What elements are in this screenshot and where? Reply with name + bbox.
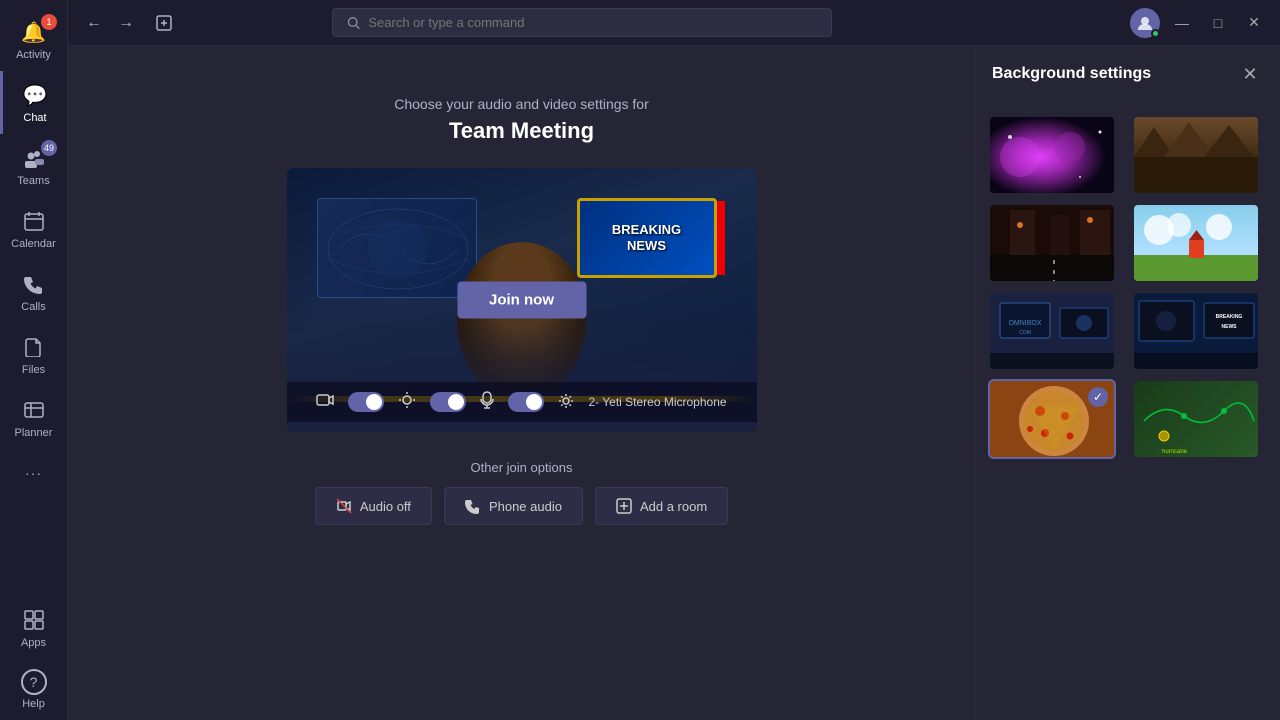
sidebar-item-files[interactable]: Files — [0, 323, 67, 386]
world-map-display — [317, 198, 477, 298]
device-label: 2- Yeti Stereo Microphone — [588, 395, 726, 409]
maximize-button[interactable]: □ — [1204, 9, 1232, 37]
pre-join-subtitle: Choose your audio and video settings for — [394, 96, 649, 112]
bg-panel-header: Background settings ✕ — [976, 46, 1280, 103]
bg-thumb-galaxy[interactable] — [988, 115, 1116, 195]
avatar[interactable] — [1130, 8, 1160, 38]
forward-button[interactable]: → — [112, 9, 140, 37]
breaking-news-display: BREAKINGNEWS — [577, 198, 717, 278]
close-button[interactable]: ✕ — [1240, 9, 1268, 37]
sidebar-item-apps[interactable]: Apps — [0, 596, 67, 659]
background-settings-panel: Background settings ✕ — [975, 46, 1280, 720]
bg-thumb-studio1[interactable]: OMNIBOX COM — [988, 291, 1116, 371]
add-room-button[interactable]: Add a room — [595, 487, 728, 525]
camera-icon — [316, 393, 334, 412]
controls-bar: 2- Yeti Stereo Microphone — [287, 382, 757, 422]
online-status-dot — [1151, 29, 1160, 38]
bg-thumb-cartoon[interactable] — [1132, 203, 1260, 283]
bg-panel-title: Background settings — [992, 65, 1151, 83]
chat-icon: 💬 — [21, 81, 49, 109]
camera-toggle[interactable] — [348, 392, 384, 412]
sidebar-item-label: Help — [22, 698, 45, 710]
bg-panel-close-button[interactable]: ✕ — [1236, 60, 1264, 88]
svg-text:COM: COM — [1019, 330, 1031, 336]
sidebar-item-calls[interactable]: Calls — [0, 260, 67, 323]
sidebar-item-planner[interactable]: Planner — [0, 386, 67, 449]
svg-text:NEWS: NEWS — [1222, 324, 1238, 330]
sidebar-item-more[interactable]: ··· — [0, 449, 67, 497]
bg-thumb-forest[interactable] — [1132, 115, 1260, 195]
join-now-button[interactable]: Join now — [457, 282, 586, 319]
sidebar-item-chat[interactable]: 💬 Chat — [0, 71, 67, 134]
sidebar-item-activity[interactable]: 1 🔔 Activity — [0, 8, 67, 71]
compose-button[interactable] — [150, 9, 178, 37]
sidebar-item-label: Teams — [17, 175, 49, 187]
calendar-icon — [20, 207, 48, 235]
titlebar: ← → — □ ✕ — [68, 0, 1280, 46]
sidebar-item-help[interactable]: ? Help — [0, 659, 67, 720]
other-join-title: Other join options — [315, 460, 728, 475]
phone-audio-button[interactable]: Phone audio — [444, 487, 583, 525]
sidebar: 1 🔔 Activity 💬 Chat 49 Teams Cal — [0, 0, 68, 720]
planner-icon — [20, 396, 48, 424]
files-icon — [20, 333, 48, 361]
sidebar-item-label: Activity — [16, 49, 51, 61]
bg-thumb-studio2[interactable]: BREAKING NEWS — [1132, 291, 1260, 371]
back-button[interactable]: ← — [80, 9, 108, 37]
main-content: Choose your audio and video settings for… — [68, 46, 975, 720]
other-join-section: Other join options Audio off Phone audio — [315, 460, 728, 525]
calls-icon — [20, 270, 48, 298]
join-button-overlay: Join now — [457, 282, 586, 319]
selected-checkmark: ✓ — [1088, 387, 1108, 407]
activity-badge: 1 — [41, 14, 57, 30]
more-icon: ··· — [20, 459, 48, 487]
apps-icon — [20, 606, 48, 634]
svg-text:BREAKING: BREAKING — [1216, 314, 1243, 320]
video-preview: BREAKINGNEWS Join now — [287, 168, 757, 432]
bg-thumb-street[interactable] — [988, 203, 1116, 283]
room-icon — [616, 498, 632, 514]
meeting-title: Team Meeting — [394, 118, 649, 144]
sidebar-item-label: Planner — [15, 427, 53, 439]
sidebar-item-teams[interactable]: 49 Teams — [0, 134, 67, 197]
sidebar-item-label: Calendar — [11, 238, 56, 250]
audio-settings-icon — [558, 393, 574, 412]
background-grid: OMNIBOX COM BREAKING NEWS — [976, 103, 1280, 471]
sidebar-item-label: Chat — [23, 112, 46, 124]
sidebar-item-label: Files — [22, 364, 45, 376]
phone-icon — [465, 498, 481, 514]
bg-thumb-map[interactable]: hurricane — [1132, 379, 1260, 459]
teams-badge: 49 — [41, 140, 57, 156]
effects-icon — [398, 391, 416, 414]
svg-text:hurricane: hurricane — [1162, 449, 1188, 455]
sidebar-item-label: Apps — [21, 637, 46, 649]
mic-toggle[interactable] — [508, 392, 544, 412]
bg-thumb-pizza[interactable]: ✓ — [988, 379, 1116, 459]
effects-toggle[interactable] — [430, 392, 466, 412]
join-options-row: Audio off Phone audio Add a room — [315, 487, 728, 525]
audio-off-icon — [336, 498, 352, 514]
help-icon: ? — [21, 669, 47, 695]
pre-join-header: Choose your audio and video settings for… — [394, 96, 649, 144]
audio-off-button[interactable]: Audio off — [315, 487, 432, 525]
microphone-icon — [480, 391, 494, 414]
sidebar-item-label: Calls — [21, 301, 45, 313]
svg-text:OMNIBOX: OMNIBOX — [1008, 320, 1041, 327]
minimize-button[interactable]: — — [1168, 9, 1196, 37]
sidebar-item-calendar[interactable]: Calendar — [0, 197, 67, 260]
nav-buttons: ← → — [80, 9, 140, 37]
titlebar-right: — □ ✕ — [1130, 8, 1268, 38]
search-input[interactable] — [368, 15, 817, 30]
search-bar[interactable] — [332, 8, 832, 37]
